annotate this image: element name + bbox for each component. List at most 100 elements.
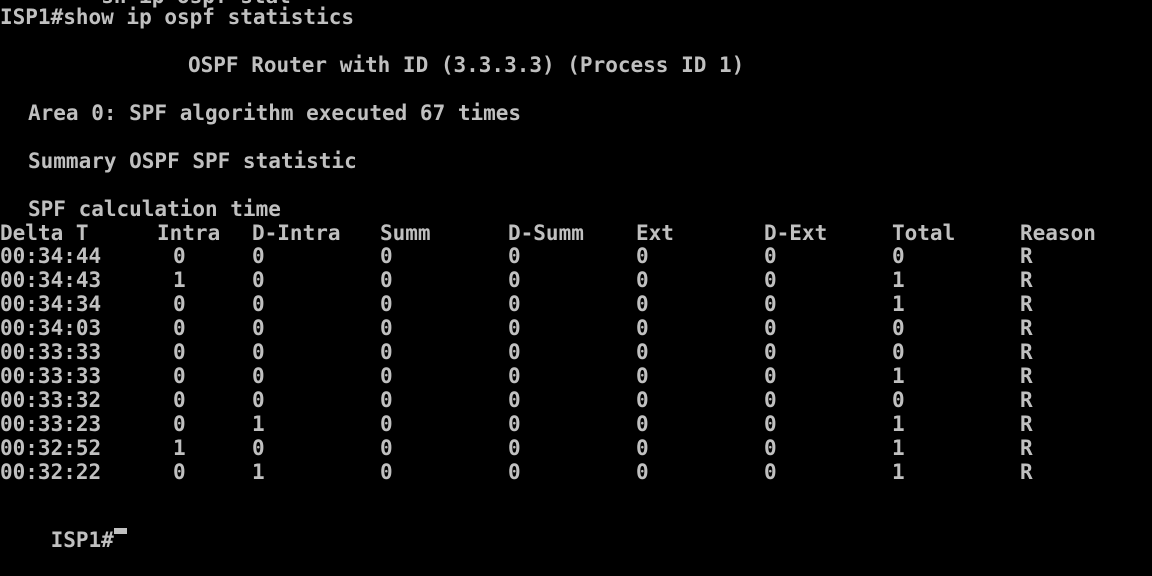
table-cell: 0	[764, 460, 777, 484]
table-cell: 0	[764, 412, 777, 436]
table-cell: 0	[380, 316, 393, 340]
column-header: D-Intra	[252, 221, 341, 245]
table-cell: 0	[252, 340, 265, 364]
column-header: Total	[892, 221, 956, 245]
table-cell: 0	[252, 292, 265, 316]
table-cell: 0	[508, 364, 521, 388]
table-cell: 0	[636, 340, 649, 364]
summary-line: Summary OSPF SPF statistic	[28, 149, 357, 173]
table-cell: 1	[892, 364, 905, 388]
table-cell: R	[1020, 268, 1033, 292]
table-cell: 0	[636, 316, 649, 340]
table-cell: 0	[508, 316, 521, 340]
router-header: OSPF Router with ID (3.3.3.3) (Process I…	[188, 53, 745, 77]
table-cell: 0	[252, 388, 265, 412]
table-cell: 0	[636, 412, 649, 436]
table-cell: 0	[508, 388, 521, 412]
column-header: Intra	[157, 221, 221, 245]
table-cell: 0	[636, 244, 649, 268]
table-cell: 0	[380, 460, 393, 484]
table-cell: 0	[764, 388, 777, 412]
calc-title: SPF calculation time	[28, 197, 281, 221]
table-cell: 00:32:22	[0, 460, 102, 484]
table-cell: 00:34:43	[0, 268, 102, 292]
table-cell: 0	[892, 244, 905, 268]
table-cell: 0	[636, 436, 649, 460]
table-cell: 0	[764, 268, 777, 292]
table-cell: 0	[508, 292, 521, 316]
table-cell: 0	[252, 316, 265, 340]
table-cell: 0	[380, 364, 393, 388]
table-cell: 0	[636, 364, 649, 388]
table-cell: 0	[636, 460, 649, 484]
table-cell: 0	[173, 244, 186, 268]
table-cell: 0	[252, 268, 265, 292]
table-cell: 1	[892, 268, 905, 292]
table-cell: 0	[380, 340, 393, 364]
table-cell: 0	[508, 340, 521, 364]
table-cell: 0	[636, 268, 649, 292]
table-cell: R	[1020, 412, 1033, 436]
table-cell: 0	[173, 292, 186, 316]
table-cell: 0	[173, 340, 186, 364]
table-cell: 0	[173, 460, 186, 484]
table-cell: 0	[380, 268, 393, 292]
table-cell: 1	[252, 460, 265, 484]
table-cell: 0	[508, 460, 521, 484]
column-header: D-Ext	[764, 221, 828, 245]
table-cell: 0	[764, 364, 777, 388]
table-cell: 0	[380, 292, 393, 316]
table-cell: 0	[764, 244, 777, 268]
table-cell: 1	[252, 412, 265, 436]
table-cell: 0	[173, 316, 186, 340]
command-line: ISP1#show ip ospf statistics	[0, 5, 355, 29]
table-cell: 0	[764, 292, 777, 316]
table-cell: 0	[173, 364, 186, 388]
area-line: Area 0: SPF algorithm executed 67 times	[28, 101, 522, 125]
table-cell: 1	[892, 412, 905, 436]
table-cell: 00:33:33	[0, 364, 102, 388]
table-cell: 1	[173, 268, 186, 292]
prompt-text: ISP1#	[50, 528, 114, 552]
table-cell: R	[1020, 436, 1033, 460]
table-cell: 0	[892, 388, 905, 412]
table-cell: 00:34:03	[0, 316, 102, 340]
table-cell: 1	[892, 460, 905, 484]
table-cell: 00:32:52	[0, 436, 102, 460]
table-cell: 0	[380, 244, 393, 268]
table-cell: 00:34:34	[0, 292, 102, 316]
table-cell: 0	[892, 316, 905, 340]
prompt-line[interactable]: ISP1#	[0, 504, 127, 552]
table-cell: 1	[892, 436, 905, 460]
table-cell: 0	[636, 388, 649, 412]
table-cell: 0	[636, 292, 649, 316]
table-cell: R	[1020, 460, 1033, 484]
terminal-window[interactable]: sh ip ospf stat ISP1#show ip ospf statis…	[0, 0, 1152, 552]
table-cell: 0	[252, 364, 265, 388]
table-cell: 0	[252, 436, 265, 460]
table-cell: R	[1020, 292, 1033, 316]
table-cell: 0	[173, 388, 186, 412]
column-header: D-Summ	[508, 221, 584, 245]
table-cell: R	[1020, 340, 1033, 364]
table-cell: 1	[892, 292, 905, 316]
table-cell: 00:33:32	[0, 388, 102, 412]
table-cell: R	[1020, 316, 1033, 340]
cursor	[113, 528, 127, 534]
table-cell: 0	[252, 244, 265, 268]
table-cell: 0	[173, 412, 186, 436]
table-cell: 00:33:23	[0, 412, 102, 436]
table-cell: 0	[508, 244, 521, 268]
table-cell: 00:33:33	[0, 340, 102, 364]
column-header: Delta T	[0, 221, 89, 245]
table-cell: 0	[892, 340, 905, 364]
table-cell: R	[1020, 364, 1033, 388]
column-header: Reason	[1020, 221, 1096, 245]
table-cell: 0	[380, 436, 393, 460]
column-header: Summ	[380, 221, 431, 245]
table-cell: 0	[380, 412, 393, 436]
table-cell: 0	[764, 316, 777, 340]
table-cell: 0	[508, 436, 521, 460]
table-cell: 00:34:44	[0, 244, 102, 268]
table-cell: 0	[380, 388, 393, 412]
